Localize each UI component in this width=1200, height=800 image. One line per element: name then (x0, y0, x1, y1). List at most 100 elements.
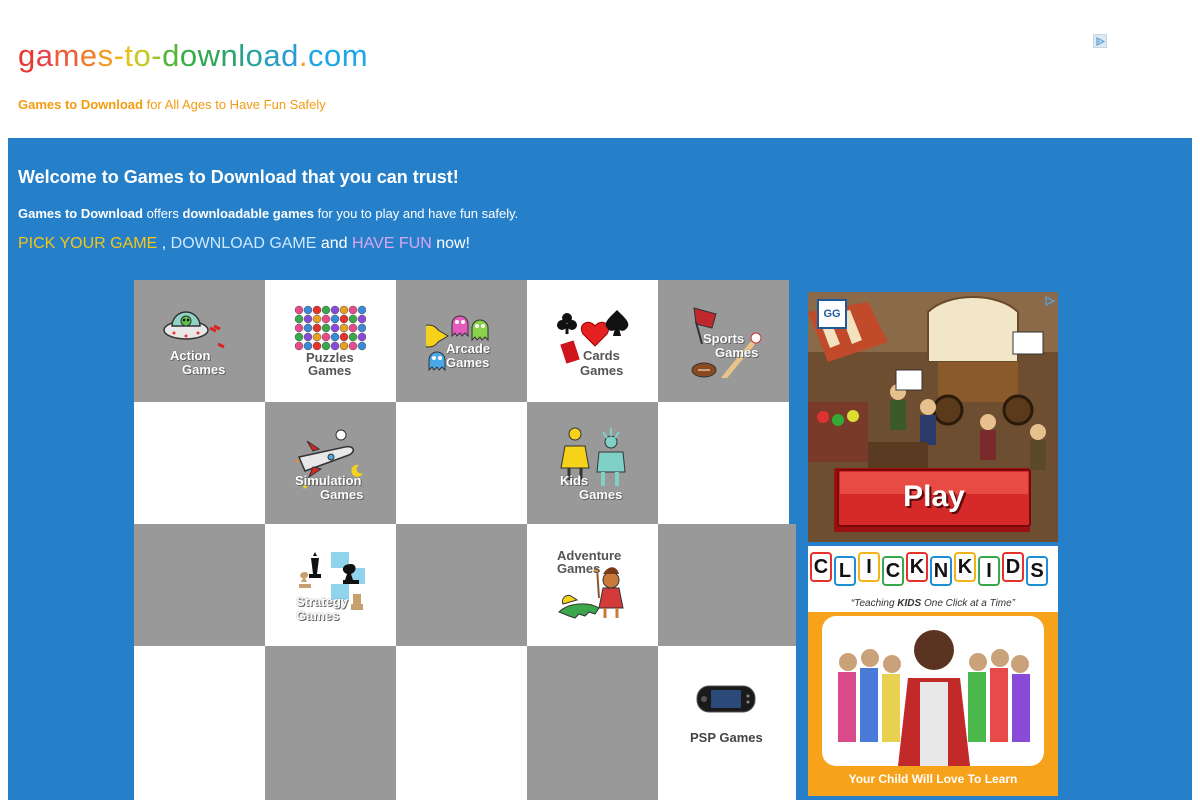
offers-text: Games to Download offers downloadable ga… (18, 206, 518, 221)
bubble (294, 323, 304, 333)
slogan-post: One Click at a Time” (921, 598, 1016, 609)
logo-letter: m (341, 38, 369, 73)
adventure-label-2: Games (557, 561, 601, 576)
empty-cell (396, 524, 527, 646)
category-arcade-games[interactable]: Arcade Games (396, 280, 527, 402)
ad-play-button[interactable]: Play (838, 480, 1030, 514)
psp-label: PSP Games (690, 730, 763, 745)
empty-cell (658, 524, 796, 646)
bubble (312, 323, 322, 333)
clicknkids-letter: D (1002, 552, 1024, 582)
logo-letter: m (53, 38, 80, 73)
bubble (312, 305, 322, 315)
simulation-label-2: Games (320, 487, 364, 502)
category-cards-games[interactable]: Cards Games (527, 280, 658, 402)
bubble (321, 305, 331, 315)
clicknkids-letter: C (882, 556, 904, 586)
bubble (321, 341, 331, 351)
offers-text-2: for you to play and have fun safely. (313, 206, 519, 221)
arcade-label-2: Games (446, 355, 490, 370)
category-adventure-games[interactable]: Adventure Games (527, 524, 658, 646)
bubble (357, 305, 366, 315)
advertisement-play-game[interactable]: GG Play (808, 292, 1058, 542)
clicknkids-letter: N (930, 556, 952, 586)
logo-letter: n (220, 38, 239, 73)
category-simulation-games[interactable]: Simulation Games (265, 402, 396, 524)
children-photo (808, 612, 1058, 796)
main-content: Welcome to Games to Download that you ca… (8, 138, 1192, 800)
bubble (348, 332, 358, 342)
cta-sep-2: and (316, 235, 353, 252)
sports-label-1: Sports (703, 331, 745, 346)
puzzles-label-2: Games (308, 363, 352, 378)
cards-label-1: Cards (583, 348, 620, 363)
bubble (339, 332, 349, 342)
logo-letter: d (162, 38, 180, 73)
bubble (294, 341, 304, 351)
category-kids-games[interactable]: Kids Games (527, 402, 658, 524)
clicknkids-letter: I (858, 552, 880, 582)
logo-letter: w (197, 38, 221, 73)
logo-letter: g (18, 38, 36, 73)
clicknkids-logo: CLICKNKIDS (810, 550, 1056, 590)
site-header: games-to-download.com Games to Download … (0, 0, 1200, 138)
logo-letter: o (179, 38, 198, 73)
bubble (339, 314, 349, 324)
empty-cell (134, 524, 265, 646)
game-category-grid: Action Games Puzzles Games Arcade Games (134, 280, 796, 800)
cta-end: now! (431, 235, 470, 252)
bubble (357, 314, 366, 324)
bubble (348, 323, 358, 333)
clicknkids-letter: L (834, 556, 856, 586)
empty-cell (527, 646, 658, 800)
offers-text-1: offers (142, 206, 183, 221)
bubble (303, 341, 313, 351)
clicknkids-letter: C (810, 552, 832, 582)
category-action-games[interactable]: Action Games (134, 280, 265, 402)
empty-cell (134, 402, 265, 524)
kids-label-1: Kids (560, 473, 589, 488)
logo-letter: o (245, 38, 264, 73)
bubble (330, 314, 340, 324)
bubble (312, 332, 322, 342)
empty-cell (396, 646, 527, 800)
bubble (339, 341, 349, 351)
advertisement-clicknkids[interactable]: CLICKNKIDS “Teaching KIDS One Click at a… (808, 546, 1058, 796)
strategy-label-2: Games (296, 608, 340, 623)
site-tagline: Games to Download for All Ages to Have F… (18, 97, 326, 112)
pick-your-game-text: PICK YOUR GAME (18, 235, 158, 252)
logo-letter: l (238, 38, 246, 73)
kids-label-2: Games (579, 487, 623, 502)
action-label-1: Action (170, 348, 211, 363)
cta-sep-1: , (157, 235, 171, 252)
category-sports-games[interactable]: Sports Games (658, 280, 789, 402)
bubble (294, 305, 304, 315)
bubble (303, 314, 313, 324)
empty-cell (396, 402, 527, 524)
category-strategy-games[interactable]: Strategy Games (265, 524, 396, 646)
sports-label-2: Games (715, 345, 759, 360)
bubble (357, 323, 366, 333)
category-puzzles-games[interactable]: Puzzles Games (265, 280, 396, 402)
clicknkids-letter: S (1026, 556, 1048, 586)
action-label-2: Games (182, 362, 226, 377)
tagline-bold: Games to Download (18, 97, 143, 112)
bubble (348, 341, 358, 351)
download-game-text: DOWNLOAD GAME (170, 235, 317, 252)
slogan-bold: KIDS (897, 598, 922, 609)
bubbles-icon (294, 305, 366, 351)
category-psp-games[interactable]: PSP Games (658, 646, 796, 800)
adchoices-icon[interactable] (1093, 34, 1107, 48)
empty-cell (658, 402, 789, 524)
psp-icon (696, 685, 756, 713)
adchoices-icon[interactable] (1044, 294, 1056, 307)
site-logo[interactable]: games-to-download.com (18, 38, 368, 74)
bubble (348, 314, 358, 324)
cards-label-2: Games (580, 363, 624, 378)
bubble (303, 332, 313, 342)
bubble (330, 323, 340, 333)
empty-cell (265, 646, 396, 800)
bubble (330, 341, 340, 351)
logo-letter: - (151, 38, 163, 73)
clicknkids-slogan: “Teaching KIDS One Click at a Time” (808, 598, 1058, 609)
